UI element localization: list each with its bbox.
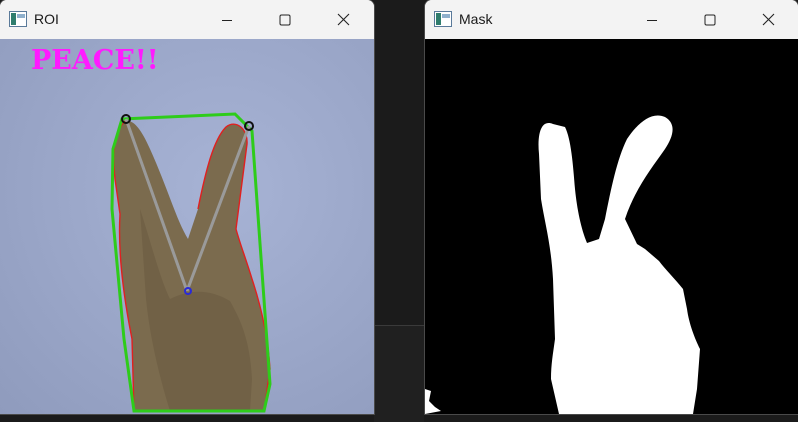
minimize-icon <box>222 19 232 21</box>
roi-window-title: ROI <box>34 11 59 27</box>
mask-image <box>425 39 798 414</box>
minimize-button[interactable] <box>629 0 675 39</box>
roi-titlebar[interactable]: ROI <box>0 0 374 39</box>
maximize-button[interactable] <box>687 0 733 39</box>
minimize-button[interactable] <box>204 0 250 39</box>
roi-frame <box>110 112 272 413</box>
hand-mask-shape <box>538 115 700 414</box>
app-window-icon <box>9 11 27 27</box>
minimize-icon <box>647 19 657 21</box>
mask-titlebar[interactable]: Mask <box>425 0 798 39</box>
mask-noise <box>425 389 441 414</box>
close-button[interactable] <box>320 0 366 39</box>
maximize-icon <box>279 14 291 25</box>
maximize-button[interactable] <box>262 0 308 39</box>
mask-window: Mask <box>425 0 798 414</box>
mask-window-title: Mask <box>459 11 493 27</box>
roi-window: ROI PEACE!! <box>0 0 374 414</box>
roi-image: PEACE!! <box>0 39 374 414</box>
desktop-background <box>374 325 424 422</box>
mask-frame <box>425 115 700 414</box>
gesture-label: PEACE!! <box>31 45 159 76</box>
close-icon <box>337 13 349 26</box>
close-icon <box>762 13 774 26</box>
app-window-icon <box>434 11 452 27</box>
close-button[interactable] <box>745 0 791 39</box>
maximize-icon <box>704 14 716 25</box>
